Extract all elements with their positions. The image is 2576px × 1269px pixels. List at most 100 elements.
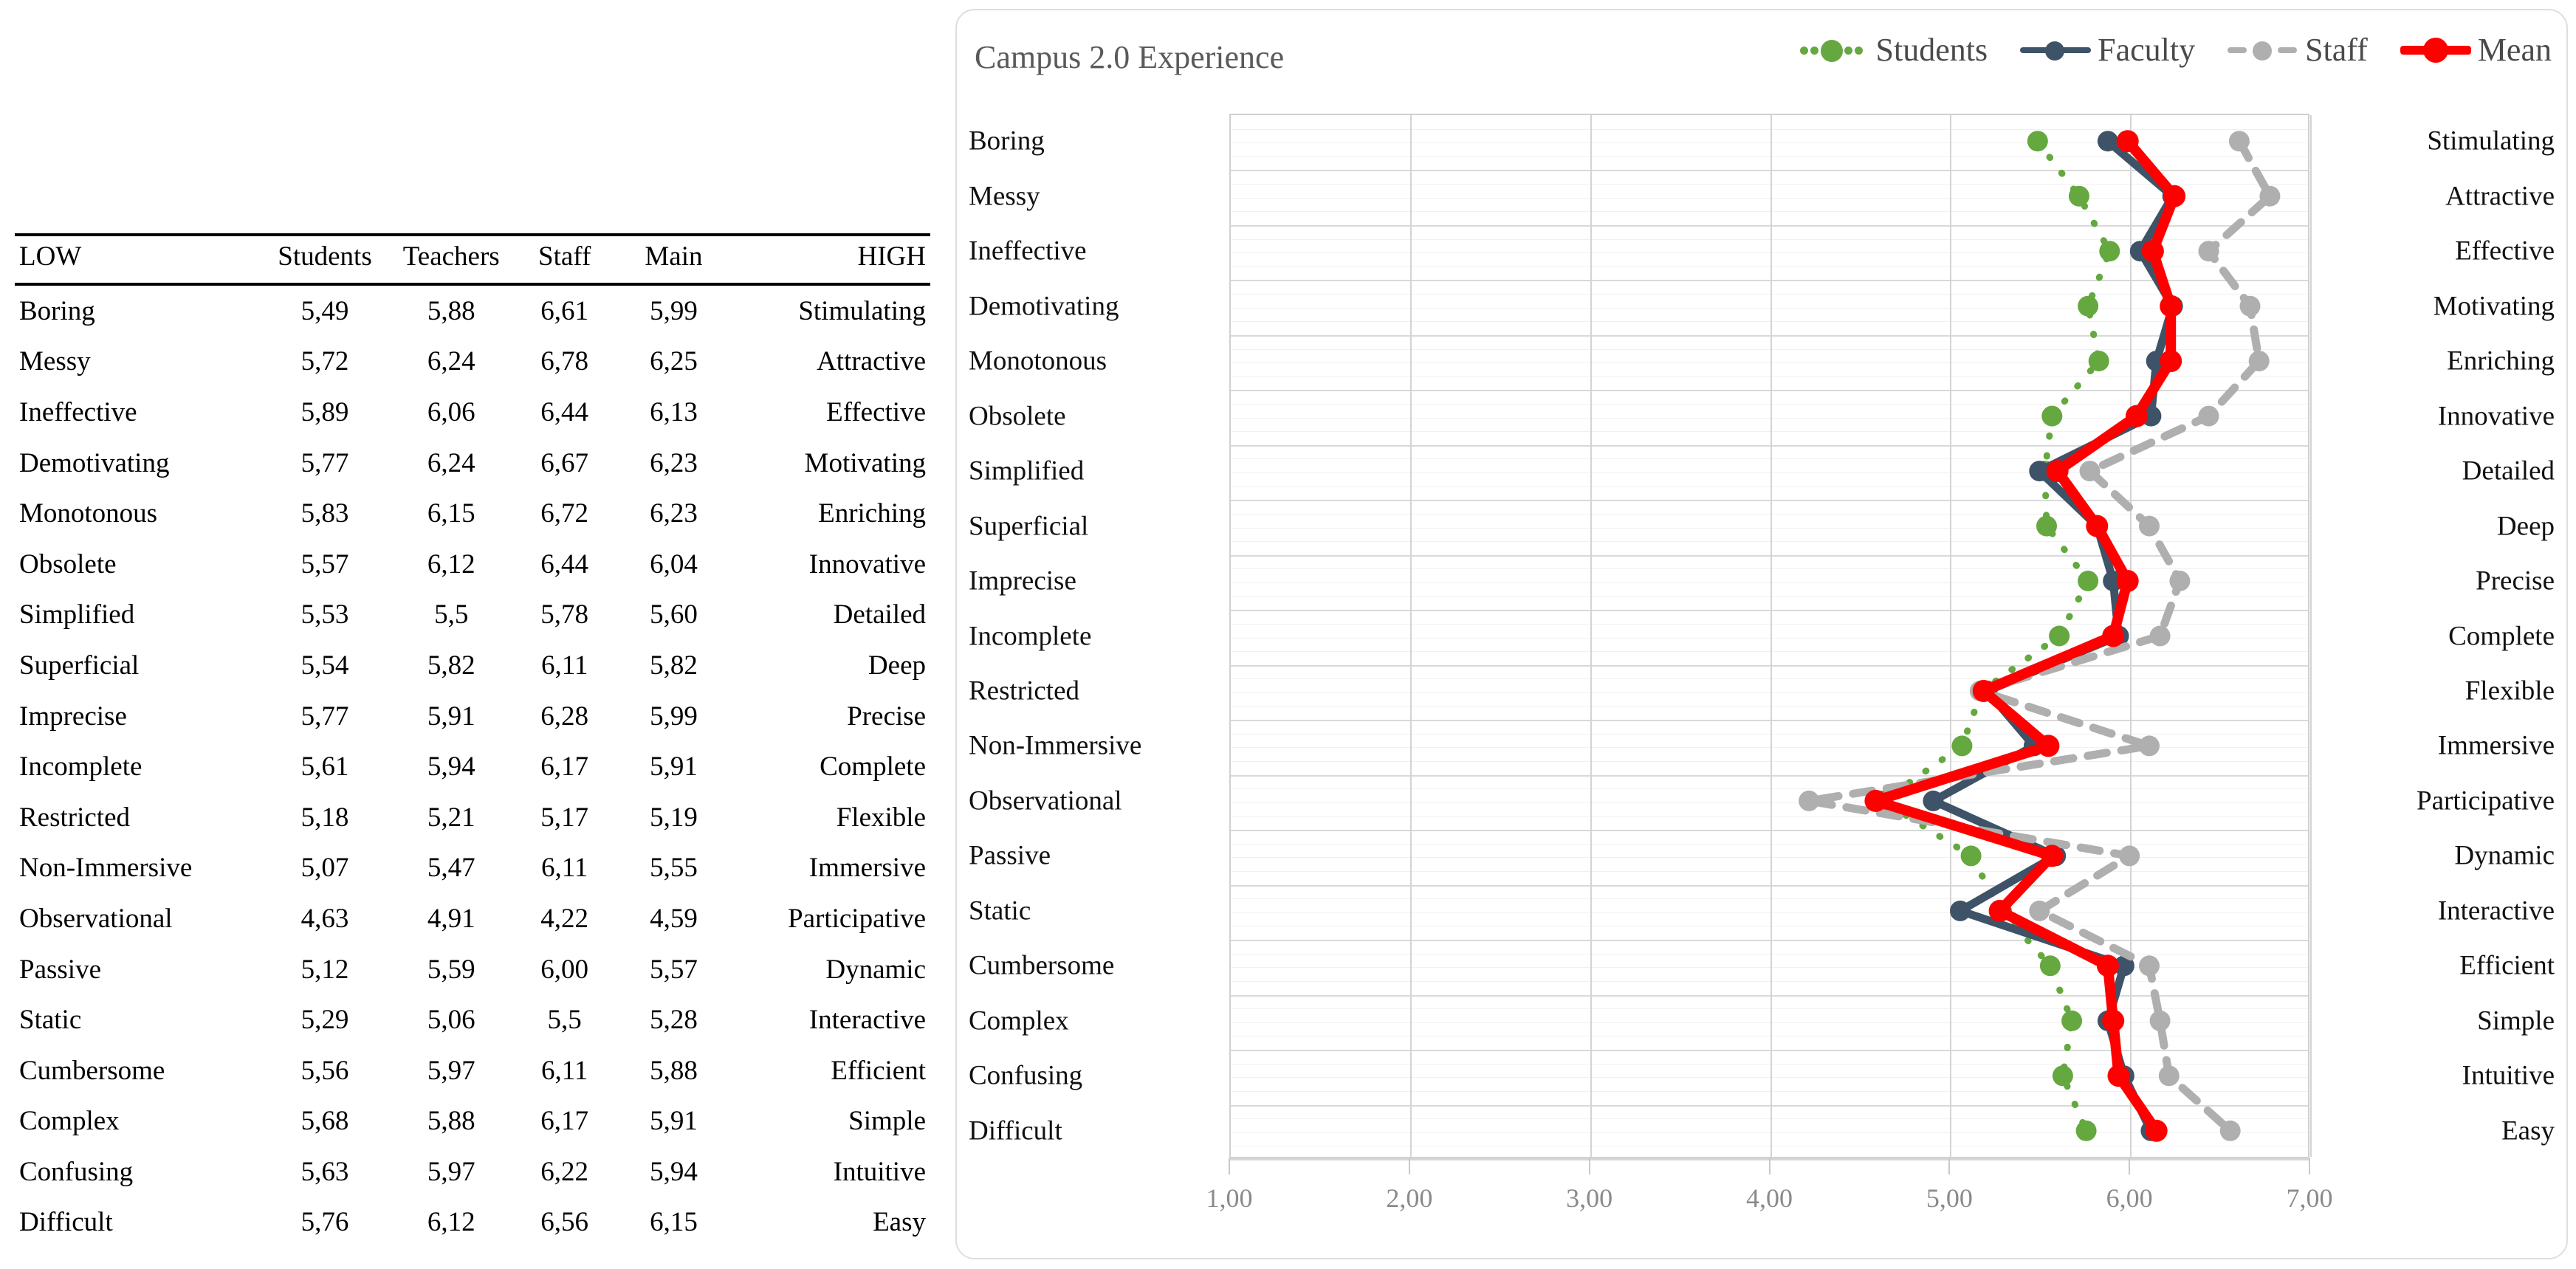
cell-low: Demotivating bbox=[15, 438, 261, 489]
major-gridline bbox=[1231, 335, 2308, 337]
table-row: Boring5,495,886,615,99Stimulating bbox=[15, 284, 930, 337]
cell-high: Interactive bbox=[732, 994, 930, 1045]
category-label-low: Ineffective bbox=[969, 235, 1220, 267]
minor-gridline bbox=[1231, 816, 2308, 817]
minor-gridline bbox=[1231, 376, 2308, 377]
major-gridline bbox=[1231, 445, 2308, 447]
legend-swatch-mean-icon bbox=[2400, 41, 2471, 60]
chart-legend: Students Faculty Staff Mean bbox=[1799, 31, 2552, 69]
cell-low: Simplified bbox=[15, 590, 261, 641]
cell-staff: 6,44 bbox=[514, 387, 616, 438]
legend-item-staff[interactable]: Staff bbox=[2228, 31, 2368, 69]
cell-main: 5,99 bbox=[616, 284, 732, 337]
x-axis-tick bbox=[1589, 1158, 1590, 1175]
cell-high: Motivating bbox=[732, 438, 930, 489]
cell-students: 5,29 bbox=[261, 994, 389, 1045]
minor-gridline bbox=[1231, 568, 2308, 569]
category-label-high: Simple bbox=[2304, 1005, 2555, 1036]
major-gridline bbox=[1231, 500, 2308, 501]
major-gridline bbox=[1231, 885, 2308, 887]
category-label-low: Restricted bbox=[969, 675, 1220, 706]
x-axis-tick bbox=[2129, 1158, 2130, 1175]
table-row: Observational4,634,914,224,59Participati… bbox=[15, 893, 930, 944]
minor-gridline bbox=[1231, 418, 2308, 419]
cell-main: 5,82 bbox=[616, 640, 732, 691]
minor-gridline bbox=[1231, 898, 2308, 899]
category-label-high: Flexible bbox=[2304, 675, 2555, 706]
cell-students: 5,56 bbox=[261, 1045, 389, 1096]
cell-students: 5,57 bbox=[261, 539, 389, 590]
semantic-differential-table: LOW Students Teachers Staff Main HIGH Bo… bbox=[15, 233, 930, 1248]
minor-gridline bbox=[1231, 514, 2308, 515]
x-axis-tick bbox=[2309, 1158, 2310, 1175]
category-label-high: Intuitive bbox=[2304, 1060, 2555, 1092]
major-gridline bbox=[1231, 830, 2308, 831]
x-axis-tick-label: 4,00 bbox=[1746, 1183, 1793, 1214]
minor-gridline bbox=[1231, 582, 2308, 583]
major-gridline bbox=[1231, 720, 2308, 721]
table-row: Messy5,726,246,786,25Attractive bbox=[15, 337, 930, 388]
table-row: Passive5,125,596,005,57Dynamic bbox=[15, 944, 930, 995]
minor-gridline bbox=[1231, 184, 2308, 185]
minor-gridline bbox=[1231, 431, 2308, 432]
category-label-high: Precise bbox=[2304, 565, 2555, 597]
cell-staff: 6,56 bbox=[514, 1197, 616, 1248]
cell-teachers: 6,06 bbox=[389, 387, 514, 438]
cell-staff: 5,17 bbox=[514, 792, 616, 843]
cell-teachers: 5,97 bbox=[389, 1146, 514, 1197]
minor-gridline bbox=[1231, 458, 2308, 459]
legend-item-students[interactable]: Students bbox=[1799, 31, 1988, 69]
x-axis-tick-label: 6,00 bbox=[2106, 1183, 2153, 1214]
category-label-low: Static bbox=[969, 895, 1220, 926]
cell-teachers: 5,5 bbox=[389, 590, 514, 641]
cell-main: 6,25 bbox=[616, 337, 732, 388]
vertical-gridline bbox=[2130, 115, 2132, 1157]
legend-item-faculty[interactable]: Faculty bbox=[2020, 31, 2195, 69]
cell-staff: 5,78 bbox=[514, 590, 616, 641]
cell-teachers: 5,82 bbox=[389, 640, 514, 691]
cell-main: 5,99 bbox=[616, 691, 732, 742]
cell-students: 5,54 bbox=[261, 640, 389, 691]
minor-gridline bbox=[1231, 1077, 2308, 1078]
cell-main: 5,28 bbox=[616, 994, 732, 1045]
category-label-high: Stimulating bbox=[2304, 125, 2555, 157]
table-row: Incomplete5,615,946,175,91Complete bbox=[15, 741, 930, 792]
major-gridline bbox=[1231, 170, 2308, 171]
table-row: Obsolete5,576,126,446,04Innovative bbox=[15, 539, 930, 590]
category-label-low: Messy bbox=[969, 180, 1220, 212]
minor-gridline bbox=[1231, 211, 2308, 212]
cell-teachers: 5,94 bbox=[389, 741, 514, 792]
minor-gridline bbox=[1231, 967, 2308, 968]
category-label-low: Passive bbox=[969, 840, 1220, 872]
major-gridline bbox=[1231, 665, 2308, 667]
minor-gridline bbox=[1231, 472, 2308, 473]
cell-main: 4,59 bbox=[616, 893, 732, 944]
cell-teachers: 6,15 bbox=[389, 488, 514, 539]
cell-staff: 6,11 bbox=[514, 843, 616, 894]
x-axis-tick bbox=[1409, 1158, 1410, 1175]
column-header-high: HIGH bbox=[732, 235, 930, 284]
x-axis-tick bbox=[1948, 1158, 1950, 1175]
cell-low: Monotonous bbox=[15, 488, 261, 539]
cell-main: 5,91 bbox=[616, 741, 732, 792]
minor-gridline bbox=[1231, 528, 2308, 529]
category-label-low: Incomplete bbox=[969, 620, 1220, 652]
cell-main: 6,13 bbox=[616, 387, 732, 438]
table-row: Simplified5,535,55,785,60Detailed bbox=[15, 590, 930, 641]
cell-staff: 6,22 bbox=[514, 1146, 616, 1197]
x-axis-tick-label: 1,00 bbox=[1206, 1183, 1253, 1214]
cell-low: Observational bbox=[15, 893, 261, 944]
minor-gridline bbox=[1231, 1064, 2308, 1065]
cell-low: Boring bbox=[15, 284, 261, 337]
cell-teachers: 5,97 bbox=[389, 1045, 514, 1096]
x-axis-tick-label: 3,00 bbox=[1566, 1183, 1612, 1214]
category-label-high: Participative bbox=[2304, 785, 2555, 816]
cell-low: Passive bbox=[15, 944, 261, 995]
cell-students: 5,61 bbox=[261, 741, 389, 792]
x-axis-tick-label: 2,00 bbox=[1386, 1183, 1432, 1214]
minor-gridline bbox=[1231, 362, 2308, 363]
minor-gridline bbox=[1231, 1118, 2308, 1119]
cell-high: Easy bbox=[732, 1197, 930, 1248]
minor-gridline bbox=[1231, 1008, 2308, 1009]
legend-item-mean[interactable]: Mean bbox=[2400, 31, 2552, 69]
